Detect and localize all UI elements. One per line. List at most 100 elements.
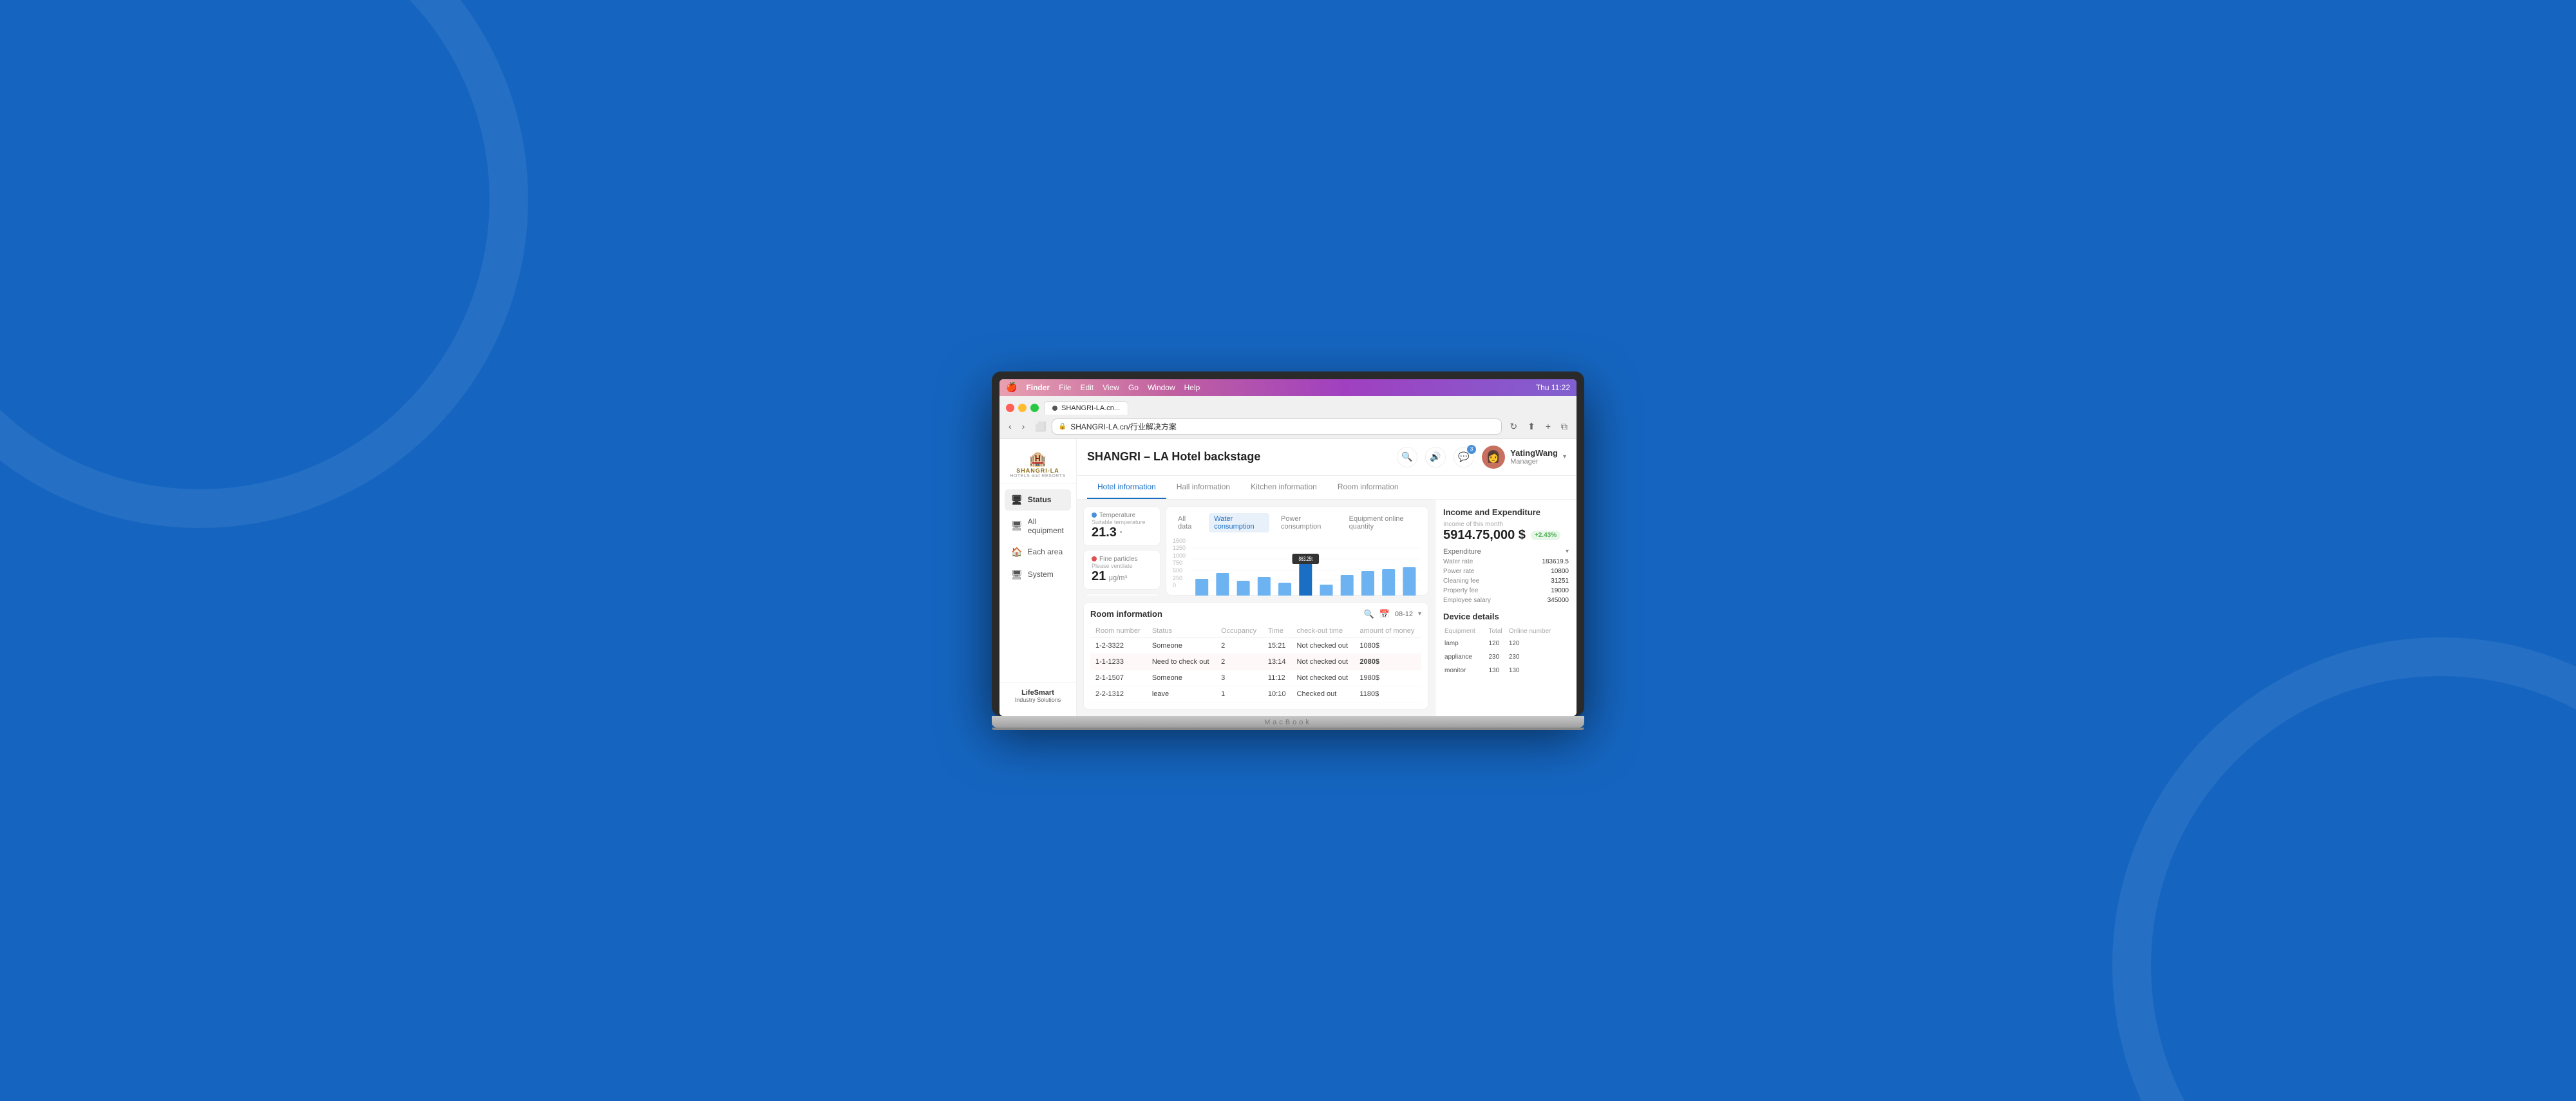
room-title: Room information bbox=[1090, 609, 1162, 619]
table-row[interactable]: 2-1-1507 Someone 3 11:12 Not checked out… bbox=[1090, 670, 1421, 686]
chart-tab-equipment[interactable]: Equipment online quantity bbox=[1344, 513, 1421, 532]
date-filter[interactable]: 08-12 bbox=[1395, 610, 1413, 618]
brand-name: LifeSmart bbox=[1006, 689, 1070, 697]
macos-menubar: 🍎 Finder File Edit View Go Window Help T… bbox=[999, 379, 1577, 396]
room-section: Room information 🔍 📅 08-12 ▾ bbox=[1083, 602, 1428, 710]
maximize-button[interactable] bbox=[1030, 404, 1039, 412]
tab-room-information[interactable]: Room information bbox=[1327, 476, 1409, 499]
browser-chrome: SHANGRI-LA.cn... ‹ › ⬜ 🔒 SHANGRI-LA.cn/行… bbox=[999, 396, 1577, 439]
menu-bar-items: Finder File Edit View Go Window Help bbox=[1026, 383, 1200, 392]
laptop-base: MacBook bbox=[992, 716, 1584, 728]
chart-tab-all[interactable]: All data bbox=[1173, 513, 1202, 532]
table-row[interactable]: 1-1-1233 Need to check out 2 13:14 Not c… bbox=[1090, 654, 1421, 670]
cell-room: 1-2-3322 bbox=[1090, 637, 1147, 654]
dev-monitor-name: monitor bbox=[1444, 664, 1487, 677]
menu-go[interactable]: Go bbox=[1128, 383, 1139, 392]
exp-property-name: Property fee bbox=[1443, 587, 1478, 594]
add-tab-button[interactable]: + bbox=[1543, 420, 1553, 433]
main-content: SHANGRI – LA Hotel backstage 🔍 🔊 💬 3 👩 bbox=[1077, 439, 1577, 716]
env-card-formaldehyde: Formaldehyde The air is good 0.03 MG/M³ bbox=[1083, 594, 1160, 596]
y-1250: 1250 bbox=[1173, 545, 1186, 551]
brand-sub: Industry Solutions bbox=[1006, 697, 1070, 703]
col-checkout-time: check-out time bbox=[1292, 625, 1355, 638]
exp-water-value: 183619.5 bbox=[1542, 558, 1569, 565]
menu-edit[interactable]: Edit bbox=[1080, 383, 1094, 392]
pm-sublabel: Please ventilate bbox=[1092, 563, 1152, 569]
chart-tab-water[interactable]: Water consumption bbox=[1209, 513, 1269, 532]
pm-label: Fine particles bbox=[1099, 556, 1137, 563]
forward-button[interactable]: › bbox=[1019, 420, 1028, 433]
tab-kitchen-information[interactable]: Kitchen information bbox=[1240, 476, 1327, 499]
cell-time: 11:12 bbox=[1263, 670, 1292, 686]
device-section-title: Device details bbox=[1443, 612, 1569, 621]
close-button[interactable] bbox=[1006, 404, 1014, 412]
temp-label: Temperature bbox=[1099, 512, 1135, 519]
cell-checkout: Not checked out bbox=[1292, 670, 1355, 686]
sidebar-item-status[interactable]: 🖥 Status bbox=[1005, 489, 1071, 511]
cell-amount: 2080$ bbox=[1354, 654, 1421, 670]
y-500: 500 bbox=[1173, 567, 1186, 574]
exp-power-name: Power rate bbox=[1443, 568, 1474, 575]
menu-help[interactable]: Help bbox=[1184, 383, 1200, 392]
monitor-icon: 🖥 bbox=[1011, 494, 1023, 505]
exp-salary-value: 345000 bbox=[1548, 597, 1569, 604]
voice-button[interactable]: 🔊 bbox=[1425, 447, 1446, 467]
refresh-button[interactable]: ↻ bbox=[1507, 420, 1520, 433]
address-text: SHANGRI-LA.cn/行业解决方案 bbox=[1070, 421, 1177, 432]
logo-sub: HOTELS and RESORTS bbox=[1005, 474, 1071, 478]
cell-room: 2-2-1312 bbox=[1090, 686, 1147, 702]
sidebar-nav: 🖥 Status 🖥 All equipment 🏠 Each area bbox=[999, 489, 1076, 682]
expenditure-rows: Water rate 183619.5 Power rate 10800 Cle… bbox=[1443, 558, 1569, 604]
y-250: 250 bbox=[1173, 575, 1186, 581]
nav-label-each-area: Each area bbox=[1027, 547, 1063, 556]
chevron-down-icon[interactable]: ▾ bbox=[1566, 548, 1569, 555]
tab-nav: Hotel information Hall information Kitch… bbox=[1077, 476, 1577, 500]
back-button[interactable]: ‹ bbox=[1006, 420, 1014, 433]
share-button[interactable]: ⬆ bbox=[1525, 420, 1538, 433]
duplicate-tab-button[interactable]: ⧉ bbox=[1558, 420, 1570, 433]
dev-appliance-total: 230 bbox=[1488, 651, 1507, 663]
nav-label-status: Status bbox=[1028, 495, 1052, 504]
calendar-icon[interactable]: 📅 bbox=[1379, 609, 1390, 619]
room-header: Room information 🔍 📅 08-12 ▾ bbox=[1090, 609, 1421, 619]
app-container: 🏨 SHANGRI-LA HOTELS and RESORTS 🖥 Status… bbox=[999, 439, 1577, 716]
sidebar-item-all-equipment[interactable]: 🖥 All equipment bbox=[1005, 512, 1071, 540]
menu-finder[interactable]: Finder bbox=[1026, 383, 1050, 392]
sidebar-toggle-button[interactable]: ⬜ bbox=[1035, 421, 1046, 432]
menu-window[interactable]: Window bbox=[1148, 383, 1175, 392]
chart-tab-power[interactable]: Power consumption bbox=[1276, 513, 1338, 532]
chevron-down-icon[interactable]: ▾ bbox=[1418, 610, 1421, 617]
table-row[interactable]: 2-2-1312 leave 1 10:10 Checked out 1180$ bbox=[1090, 686, 1421, 702]
sidebar-item-each-area[interactable]: 🏠 Each area bbox=[1005, 541, 1071, 563]
chevron-down-icon[interactable]: ▾ bbox=[1563, 453, 1566, 460]
menu-view[interactable]: View bbox=[1103, 383, 1119, 392]
tab-hotel-information[interactable]: Hotel information bbox=[1087, 476, 1166, 499]
address-bar[interactable]: 🔒 SHANGRI-LA.cn/行业解决方案 bbox=[1052, 419, 1502, 435]
notification-button[interactable]: 💬 3 bbox=[1454, 447, 1474, 467]
left-panel: Temperature Suitable temperature 21.3 ° bbox=[1077, 500, 1435, 716]
menu-file[interactable]: File bbox=[1059, 383, 1071, 392]
sidebar-item-system[interactable]: 🖥 System bbox=[1005, 564, 1071, 585]
laptop-wrapper: 🍎 Finder File Edit View Go Window Help T… bbox=[992, 372, 1584, 730]
laptop-base-shadow bbox=[992, 728, 1584, 730]
menu-right: Thu 11:22 bbox=[1536, 383, 1570, 392]
browser-tab[interactable]: SHANGRI-LA.cn... bbox=[1044, 401, 1128, 415]
dev-col-online: Online number bbox=[1509, 626, 1567, 636]
logo-name: SHANGRI-LA bbox=[1005, 467, 1071, 474]
chart-y-labels: 1500 1250 1000 750 500 250 0 bbox=[1173, 538, 1186, 596]
room-controls: 🔍 📅 08-12 ▾ bbox=[1363, 609, 1421, 619]
cell-checkout: Not checked out bbox=[1292, 654, 1355, 670]
apple-icon[interactable]: 🍎 bbox=[1006, 382, 1017, 393]
search-button[interactable]: 🔍 bbox=[1397, 447, 1417, 467]
income-section: Income and Expenditure Income of this mo… bbox=[1443, 507, 1569, 604]
temp-value: 21.3 bbox=[1092, 525, 1117, 540]
minimize-button[interactable] bbox=[1018, 404, 1027, 412]
browser-controls: ‹ › ⬜ 🔒 SHANGRI-LA.cn/行业解决方案 ↻ ⬆ + ⧉ bbox=[1006, 419, 1570, 435]
search-icon[interactable]: 🔍 bbox=[1363, 609, 1374, 619]
table-row[interactable]: 1-2-3322 Someone 2 15:21 Not checked out… bbox=[1090, 637, 1421, 654]
tab-hall-information[interactable]: Hall information bbox=[1166, 476, 1240, 499]
cell-occupancy: 2 bbox=[1216, 654, 1263, 670]
device-row: monitor 130 130 bbox=[1444, 664, 1567, 677]
temp-value-row: 21.3 ° bbox=[1092, 525, 1152, 540]
income-section-title: Income and Expenditure bbox=[1443, 507, 1569, 517]
